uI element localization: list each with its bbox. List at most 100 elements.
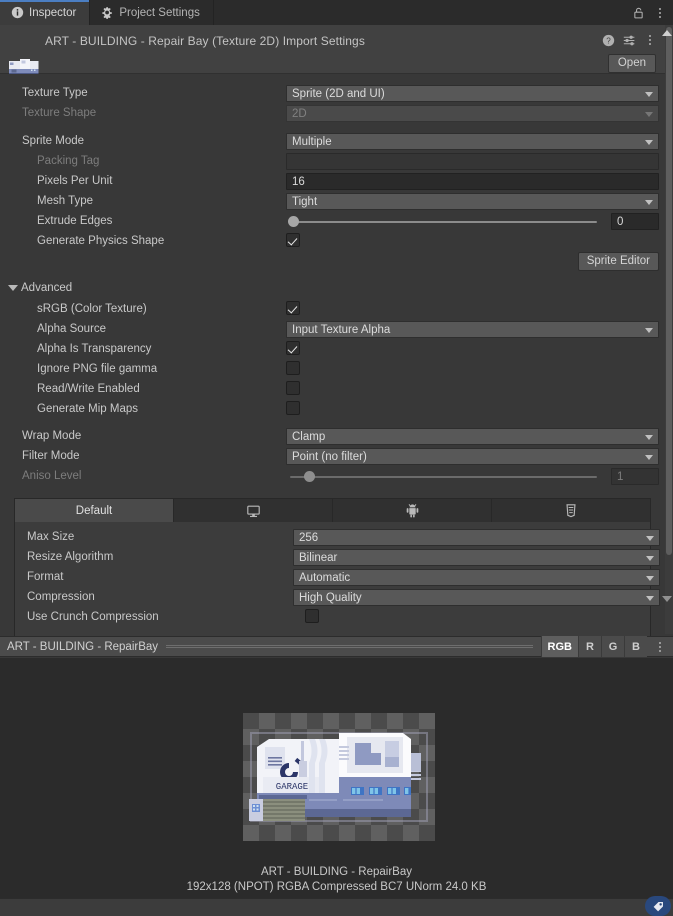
status-strip xyxy=(0,896,673,916)
preview-toolbar: ART - BUILDING - RepairBay RGB R G B xyxy=(0,636,673,657)
platform-override-section: Default Max Size 256 Resize Algorithm Bi… xyxy=(14,498,660,637)
wrap-mode-dropdown[interactable]: Clamp xyxy=(286,428,659,445)
pixels-per-unit-field[interactable]: 16 xyxy=(286,173,659,190)
mesh-type-value: Tight xyxy=(292,195,318,208)
preview-caption: ART - BUILDING - RepairBay 192x128 (NPOT… xyxy=(0,865,673,895)
texture-type-label: Texture Type xyxy=(22,87,88,99)
android-robot-icon xyxy=(406,504,418,518)
row-max-size: Max Size 256 xyxy=(15,528,660,548)
read-write-enabled-label: Read/Write Enabled xyxy=(37,383,140,395)
mesh-type-dropdown[interactable]: Tight xyxy=(286,193,659,210)
generate-mip-maps-label: Generate Mip Maps xyxy=(37,403,138,415)
scrollbar-thumb[interactable] xyxy=(666,27,672,555)
extrude-edges-slider-group[interactable]: 0 xyxy=(286,213,659,230)
status-badge[interactable] xyxy=(645,896,671,916)
row-mesh-type: Mesh Type Tight xyxy=(0,192,665,212)
help-icon[interactable]: ? xyxy=(602,34,615,47)
scroll-up-arrow-icon[interactable] xyxy=(662,30,672,36)
aniso-level-slider-handle xyxy=(304,471,315,482)
window-menu-kebab-icon[interactable] xyxy=(654,6,666,20)
page-title: ART - BUILDING - Repair Bay (Texture 2D)… xyxy=(45,34,365,48)
info-icon xyxy=(11,6,24,19)
preview-caption-info: 192x128 (NPOT) RGBA Compressed BC7 UNorm… xyxy=(186,881,487,893)
preview-drag-handle[interactable] xyxy=(166,644,533,649)
extrude-edges-slider-handle[interactable] xyxy=(288,216,299,227)
webgl-html5-icon xyxy=(566,504,576,518)
row-srgb: sRGB (Color Texture) xyxy=(0,300,665,320)
platform-tab-android[interactable] xyxy=(333,499,492,522)
channel-rgb-button[interactable]: RGB xyxy=(540,636,578,657)
extrude-edges-slider-track[interactable] xyxy=(290,221,597,223)
tab-inspector-label: Inspector xyxy=(29,6,77,19)
resize-algorithm-dropdown[interactable]: Bilinear xyxy=(293,549,660,566)
srgb-checkbox[interactable] xyxy=(286,301,300,315)
preview-title: ART - BUILDING - RepairBay xyxy=(7,640,159,653)
platform-tab-default[interactable]: Default xyxy=(15,499,174,522)
max-size-field[interactable]: 256 xyxy=(293,529,660,546)
import-settings-body: Texture Type Sprite (2D and UI) Texture … xyxy=(0,74,665,637)
resize-algorithm-label: Resize Algorithm xyxy=(27,551,114,563)
channel-g-button[interactable]: G xyxy=(601,636,624,657)
tab-project-settings[interactable]: Project Settings xyxy=(90,0,214,25)
wrap-mode-label: Wrap Mode xyxy=(22,430,82,442)
alpha-source-field[interactable]: Input Texture Alpha xyxy=(286,321,659,338)
channel-b-button[interactable]: B xyxy=(624,636,647,657)
ignore-png-gamma-checkbox[interactable] xyxy=(286,361,300,375)
wrap-mode-field[interactable]: Clamp xyxy=(286,428,659,445)
texture-type-field[interactable]: Sprite (2D and UI) xyxy=(286,85,659,102)
ignore-png-gamma-label: Ignore PNG file gamma xyxy=(37,363,158,375)
sprite-mode-dropdown[interactable]: Multiple xyxy=(286,133,659,150)
preview-menu-kebab-icon[interactable] xyxy=(647,640,673,654)
format-field[interactable]: Automatic xyxy=(293,569,660,586)
row-sprite-mode: Sprite Mode Multiple xyxy=(0,132,665,152)
texture-shape-label: Texture Shape xyxy=(22,107,97,119)
extrude-edges-value[interactable]: 0 xyxy=(611,213,659,230)
format-dropdown[interactable]: Automatic xyxy=(293,569,660,586)
packing-tag-field[interactable] xyxy=(286,153,659,170)
sprite-mode-field[interactable]: Multiple xyxy=(286,133,659,150)
compression-field[interactable]: High Quality xyxy=(293,589,660,606)
platform-tab-webgl[interactable] xyxy=(492,499,650,522)
channel-button-group: RGB R G B xyxy=(540,636,673,657)
use-crunch-compression-label: Use Crunch Compression xyxy=(27,611,159,623)
max-size-dropdown[interactable]: 256 xyxy=(293,529,660,546)
advanced-foldout[interactable]: Advanced xyxy=(0,278,665,300)
scroll-down-arrow-icon[interactable] xyxy=(662,596,672,602)
platform-tab-standalone[interactable] xyxy=(174,499,333,522)
preset-icon[interactable] xyxy=(623,34,636,47)
channel-r-button[interactable]: R xyxy=(578,636,601,657)
texture-shape-field: 2D xyxy=(286,105,659,122)
filter-mode-dropdown[interactable]: Point (no filter) xyxy=(286,448,659,465)
open-button[interactable]: Open xyxy=(607,54,656,73)
texture-type-dropdown[interactable]: Sprite (2D and UI) xyxy=(286,85,659,102)
packing-tag-input[interactable] xyxy=(286,153,659,170)
sprite-mode-value: Multiple xyxy=(292,135,332,148)
compression-dropdown[interactable]: High Quality xyxy=(293,589,660,606)
inspector-scrollbar[interactable] xyxy=(665,25,673,634)
generate-mip-maps-checkbox[interactable] xyxy=(286,401,300,415)
use-crunch-compression-checkbox[interactable] xyxy=(305,609,319,623)
read-write-enabled-checkbox[interactable] xyxy=(286,381,300,395)
chevron-down-icon xyxy=(646,595,654,601)
row-generate-physics-shape: Generate Physics Shape xyxy=(0,232,665,252)
row-wrap-mode: Wrap Mode Clamp xyxy=(0,427,665,447)
texture-shape-dropdown: 2D xyxy=(286,105,659,122)
alpha-source-label: Alpha Source xyxy=(37,323,107,335)
generate-physics-shape-checkbox[interactable] xyxy=(286,233,300,247)
sprite-editor-button[interactable]: Sprite Editor xyxy=(577,252,659,271)
filter-mode-field[interactable]: Point (no filter) xyxy=(286,448,659,465)
alpha-source-dropdown[interactable]: Input Texture Alpha xyxy=(286,321,659,338)
tab-inspector[interactable]: Inspector xyxy=(0,0,91,25)
alpha-is-transparency-checkbox[interactable] xyxy=(286,341,300,355)
header-icon-group: ? xyxy=(602,33,656,47)
tab-project-settings-label: Project Settings xyxy=(119,6,200,19)
chevron-down-icon xyxy=(646,535,654,541)
component-menu-kebab-icon[interactable] xyxy=(644,33,656,47)
resize-algorithm-field[interactable]: Bilinear xyxy=(293,549,660,566)
aniso-level-value: 1 xyxy=(611,468,659,485)
lock-open-icon[interactable] xyxy=(632,6,645,20)
row-alpha-is-transparency: Alpha Is Transparency xyxy=(0,340,665,360)
compression-label: Compression xyxy=(27,591,95,603)
pixels-per-unit-input[interactable]: 16 xyxy=(286,173,659,190)
mesh-type-field[interactable]: Tight xyxy=(286,193,659,210)
